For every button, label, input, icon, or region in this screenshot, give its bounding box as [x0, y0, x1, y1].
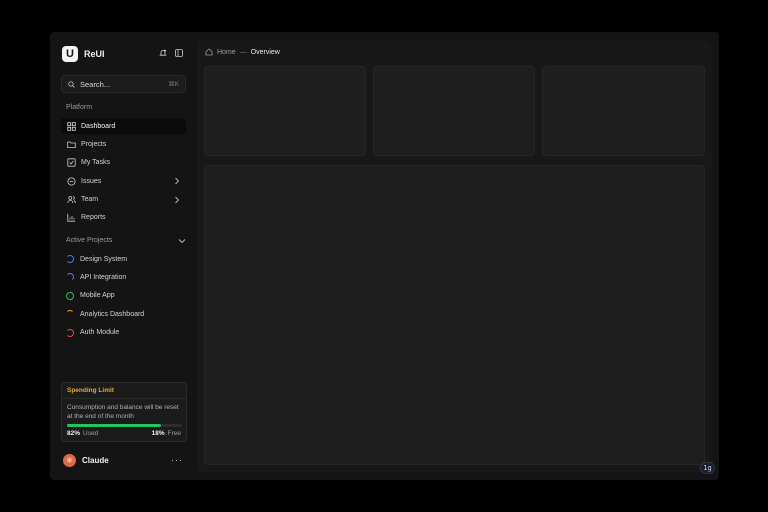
main-content: Home — Overview — [197, 40, 712, 472]
issue-circle-icon — [67, 177, 76, 186]
main-panel — [204, 165, 705, 465]
folder-icon — [67, 140, 76, 149]
nav-item-team[interactable]: Team — [61, 192, 186, 208]
usage-progress-fill — [67, 424, 162, 427]
card-divider — [62, 398, 186, 399]
spending-limit-card: Spending Limit Consumption and balance w… — [61, 382, 187, 442]
brand-name: ReUI — [84, 49, 105, 59]
brand[interactable]: U ReUI — [62, 46, 105, 62]
home-icon[interactable] — [205, 48, 213, 56]
version-badge[interactable]: 1g — [700, 462, 715, 474]
sidebar: U ReUI Search... ⌘K Platform Dashboard P… — [50, 32, 195, 480]
users-icon — [67, 195, 76, 204]
usage-stats: 82% Used 18% Free — [67, 430, 181, 437]
chevron-down-icon[interactable] — [178, 238, 186, 244]
search-input[interactable]: Search... ⌘K — [61, 75, 186, 93]
project-item-design-system[interactable]: Design System — [61, 251, 186, 267]
chevron-right-icon[interactable] — [174, 196, 180, 204]
chart-icon — [67, 213, 76, 223]
stat-panel-1 — [204, 66, 366, 156]
nav-label: Projects — [81, 140, 107, 148]
active-projects-label: Active Projects — [66, 237, 113, 244]
avatar: ✳ — [63, 453, 76, 467]
project-item-auth-module[interactable]: Auth Module — [61, 325, 186, 341]
breadcrumb-separator: — — [239, 48, 247, 56]
sidebar-top-actions — [159, 49, 183, 57]
stat-panel-2 — [373, 66, 535, 156]
projects-list: Design System API Integration Mobile App… — [61, 251, 186, 343]
progress-ring-icon — [66, 291, 74, 300]
usage-progress-bar — [67, 424, 182, 427]
nav-label: Dashboard — [81, 122, 116, 130]
project-label: Mobile App — [80, 292, 115, 300]
nav-label: Reports — [81, 214, 106, 222]
progress-ring-icon — [66, 273, 74, 282]
checkbox-icon — [67, 158, 76, 167]
breadcrumb-home[interactable]: Home — [217, 49, 236, 56]
user-profile[interactable]: ✳ Claude ··· — [63, 452, 183, 468]
nav-label: Team — [81, 196, 99, 204]
nav-label: Issues — [81, 177, 102, 185]
dashboard-icon — [67, 121, 76, 131]
notification-bell-icon[interactable] — [159, 49, 167, 57]
platform-nav: Dashboard Projects My Tasks Issues Team — [61, 118, 186, 228]
project-label: Design System — [80, 255, 128, 263]
nav-item-my-tasks[interactable]: My Tasks — [61, 155, 186, 171]
platform-section-label: Platform — [66, 104, 93, 111]
sidebar-toggle-icon[interactable] — [175, 49, 183, 57]
nav-item-issues[interactable]: Issues — [61, 173, 186, 189]
chevron-right-icon[interactable] — [174, 177, 180, 185]
more-options-icon[interactable]: ··· — [171, 455, 183, 465]
project-item-analytics-dashboard[interactable]: Analytics Dashboard — [61, 306, 186, 322]
project-label: Auth Module — [80, 329, 120, 337]
search-placeholder: Search... — [80, 79, 111, 89]
project-label: API Integration — [80, 273, 127, 281]
user-name: Claude — [82, 455, 109, 465]
used-value: 82% — [67, 430, 81, 437]
search-icon — [68, 80, 75, 88]
app-window: U ReUI Search... ⌘K Platform Dashboard P… — [50, 32, 719, 480]
free-stat: 18% Free — [152, 430, 181, 437]
used-label: Used — [83, 430, 99, 437]
project-item-mobile-app[interactable]: Mobile App — [61, 288, 186, 304]
project-item-api-integration[interactable]: API Integration — [61, 269, 186, 285]
nav-item-dashboard[interactable]: Dashboard — [61, 118, 186, 134]
breadcrumb-current: Overview — [250, 48, 280, 56]
progress-ring-icon — [66, 255, 74, 263]
nav-item-projects[interactable]: Projects — [61, 136, 186, 152]
active-projects-header[interactable]: Active Projects — [66, 237, 186, 244]
spending-limit-title: Spending Limit — [67, 387, 114, 394]
progress-ring-icon — [66, 310, 74, 318]
free-value: 18% — [151, 430, 165, 437]
breadcrumb: Home — Overview — [205, 48, 280, 56]
spending-limit-text: Consumption and balance will be reset at… — [67, 404, 179, 420]
search-shortcut: ⌘K — [168, 81, 179, 88]
nav-label: My Tasks — [81, 159, 111, 167]
project-label: Analytics Dashboard — [80, 310, 145, 318]
brand-logo: U — [62, 46, 78, 62]
free-label: Free — [167, 430, 181, 437]
nav-item-reports[interactable]: Reports — [61, 210, 186, 226]
used-stat: 82% Used — [67, 430, 98, 437]
progress-ring-icon — [66, 328, 74, 337]
stat-panel-3 — [542, 66, 705, 156]
